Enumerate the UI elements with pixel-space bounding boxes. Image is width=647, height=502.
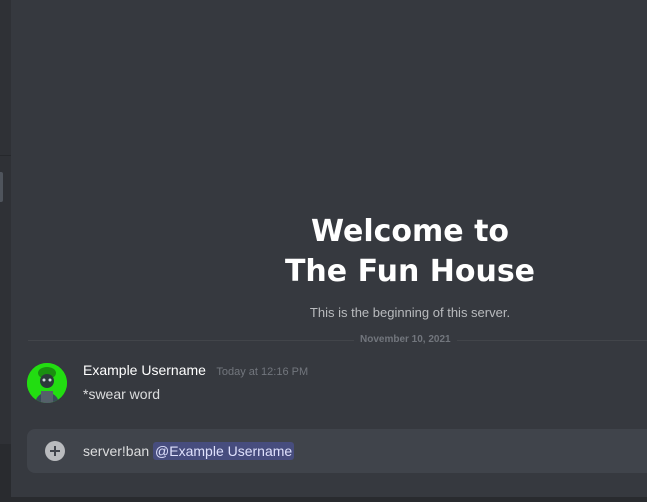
welcome-title-line1: Welcome to	[310, 214, 510, 249]
chat-area: Welcome to The Fun House This is the begi…	[11, 0, 647, 502]
channel-sidebar-edge	[0, 0, 11, 502]
message-composer[interactable]: server!ban @Example Username	[27, 429, 647, 473]
window-bottom-edge	[0, 497, 647, 502]
date-divider-label: November 10, 2021	[354, 333, 457, 347]
plus-circle-icon[interactable]	[45, 441, 65, 461]
sidebar-divider	[0, 155, 11, 156]
composer-command-text: server!ban	[83, 443, 150, 459]
welcome-header: Welcome to The Fun House This is the begi…	[11, 212, 647, 321]
welcome-subtitle: This is the beginning of this server.	[309, 305, 511, 320]
sidebar-scroll-indicator[interactable]	[0, 172, 3, 202]
composer-mention: @Example Username	[153, 442, 295, 460]
date-divider-line	[28, 340, 647, 341]
message-username[interactable]: Example Username	[83, 362, 206, 378]
composer-input[interactable]: server!ban @Example Username	[83, 441, 295, 461]
message-header: Example Username Today at 12:16 PM	[83, 362, 308, 380]
message-content: *swear word	[83, 386, 161, 402]
welcome-title-line2: The Fun House	[284, 254, 536, 289]
message-timestamp: Today at 12:16 PM	[216, 366, 309, 378]
welcome-title: Welcome to The Fun House	[11, 212, 647, 292]
user-panel-edge	[0, 444, 11, 502]
green-avatar-icon[interactable]	[27, 363, 67, 403]
app-window: Welcome to The Fun House This is the begi…	[0, 0, 647, 502]
